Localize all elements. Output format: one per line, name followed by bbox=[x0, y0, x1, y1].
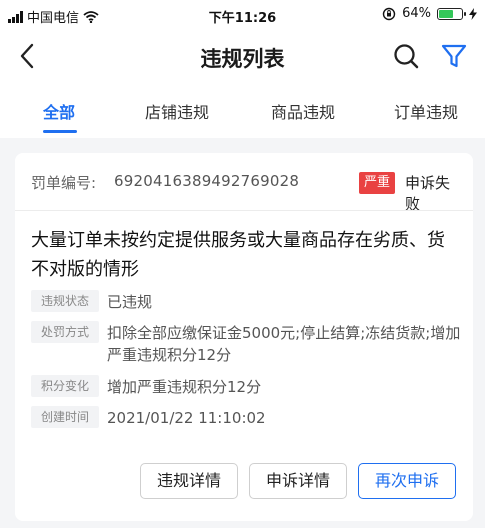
battery-percent: 64% bbox=[402, 6, 431, 21]
detail-key: 违规状态 bbox=[31, 290, 99, 312]
battery-icon bbox=[437, 7, 466, 20]
detail-value: 已违规 bbox=[107, 293, 153, 311]
search-icon[interactable] bbox=[392, 42, 420, 70]
tab-bar: 全部 店铺违规 商品违规 订单违规 bbox=[0, 82, 485, 138]
detail-value: 增加严重违规积分12分 bbox=[107, 378, 262, 396]
tab-order-violation[interactable]: 订单违规 bbox=[394, 99, 458, 123]
detail-value: 扣除全部应缴保证金5000元;停止结算;冻结货款;增加严重违规积分12分 bbox=[107, 324, 461, 364]
divider bbox=[15, 210, 473, 211]
active-tab-indicator bbox=[43, 130, 77, 133]
status-right: 64% bbox=[382, 6, 477, 21]
order-number: 6920416389492769028 bbox=[114, 172, 300, 190]
tab-store-violation[interactable]: 店铺违规 bbox=[145, 99, 209, 123]
violation-title: 大量订单未按约定提供服务或大量商品存在劣质、货不对版的情形 bbox=[31, 230, 445, 280]
order-number-label: 罚单编号: bbox=[31, 174, 97, 192]
tab-all[interactable]: 全部 bbox=[43, 99, 75, 123]
nav-bar: 违规列表 bbox=[0, 30, 485, 82]
detail-value: 2021/01/22 11:10:02 bbox=[107, 409, 266, 427]
severity-badge: 严重 bbox=[359, 172, 396, 194]
detail-key: 创建时间 bbox=[31, 406, 99, 428]
violation-detail-button[interactable]: 违规详情 bbox=[140, 463, 238, 499]
appeal-status: 申诉失败 bbox=[405, 174, 451, 213]
order-row: 罚单编号: 6920416389492769028 严重 申诉失败 bbox=[31, 172, 457, 213]
detail-key: 处罚方式 bbox=[31, 321, 99, 343]
violation-card[interactable]: 罚单编号: 6920416389492769028 严重 申诉失败 大量订单未按… bbox=[15, 153, 473, 521]
detail-key: 积分变化 bbox=[31, 375, 99, 397]
appeal-again-button[interactable]: 再次申诉 bbox=[358, 463, 456, 499]
filter-icon[interactable] bbox=[440, 42, 468, 70]
appeal-detail-button[interactable]: 申诉详情 bbox=[249, 463, 347, 499]
tab-product-violation[interactable]: 商品违规 bbox=[271, 99, 335, 123]
rotation-lock-icon bbox=[382, 7, 396, 20]
charging-icon bbox=[469, 7, 477, 20]
status-bar: 中国电信 下午11:26 64% bbox=[0, 0, 485, 30]
